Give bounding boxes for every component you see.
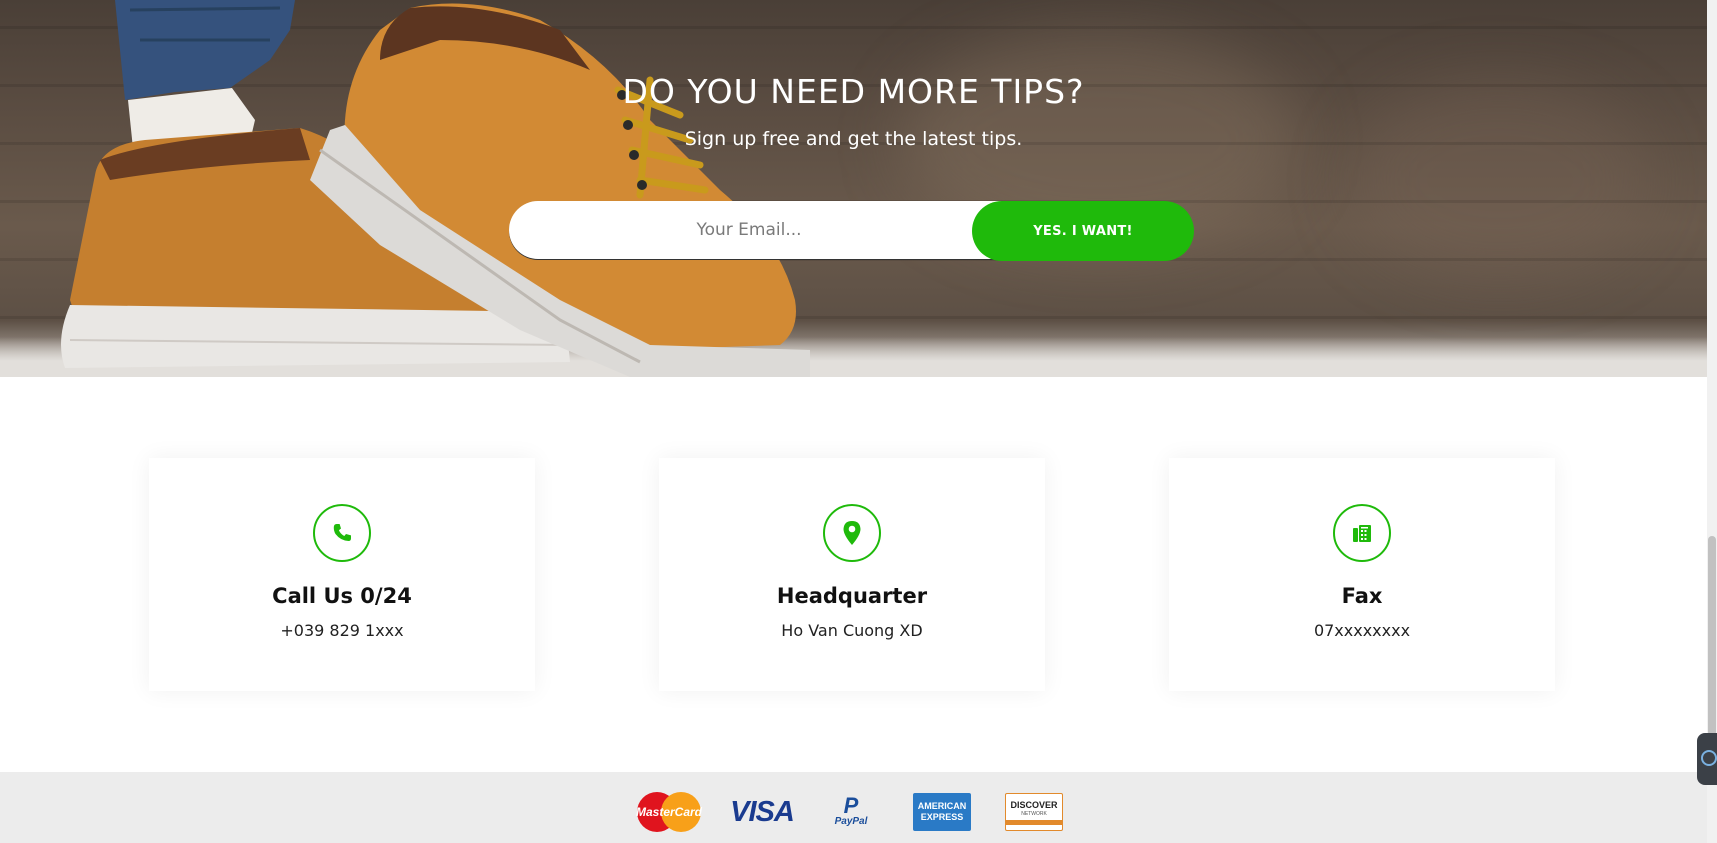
paypal-text: PayPal bbox=[834, 816, 868, 827]
contact-value: Ho Van Cuong XD bbox=[781, 621, 923, 640]
phone-icon bbox=[313, 504, 371, 562]
side-widget-button[interactable] bbox=[1697, 733, 1717, 785]
mastercard-logo: MasterCard bbox=[634, 792, 704, 832]
paypal-p-icon: P bbox=[843, 793, 859, 818]
discover-subtext: NETWORK bbox=[1021, 810, 1047, 817]
contact-title: Headquarter bbox=[776, 584, 928, 608]
discover-text: DISCOVER bbox=[1010, 799, 1058, 810]
contact-card-headquarter: Headquarter Ho Van Cuong XD bbox=[659, 458, 1045, 691]
contact-title: Call Us 0/24 bbox=[272, 584, 412, 608]
contact-value: +039 829 1xxx bbox=[280, 621, 404, 640]
widget-icon bbox=[1701, 750, 1717, 766]
map-pin-icon bbox=[823, 504, 881, 562]
amex-text: EXPRESS bbox=[920, 812, 964, 822]
fax-icon bbox=[1333, 504, 1391, 562]
discover-logo: DISCOVER NETWORK bbox=[1005, 793, 1063, 831]
amex-text: AMERICAN bbox=[917, 801, 967, 811]
contact-card-fax: Fax 07xxxxxxxx bbox=[1169, 458, 1555, 691]
newsletter-title: DO YOU NEED MORE TIPS? bbox=[622, 72, 1085, 111]
sneaker-photo bbox=[61, 0, 810, 377]
paypal-logo: P PayPal bbox=[830, 793, 872, 831]
amex-logo: AMERICAN EXPRESS bbox=[913, 793, 971, 831]
contact-value: 07xxxxxxxx bbox=[1313, 621, 1411, 640]
newsletter-hero: DO YOU NEED MORE TIPS? Sign up free and … bbox=[0, 0, 1707, 377]
newsletter-subtitle: Sign up free and get the latest tips. bbox=[684, 128, 1023, 150]
email-input[interactable] bbox=[509, 201, 1029, 259]
contact-title: Fax bbox=[1341, 584, 1383, 608]
discover-stripe bbox=[1006, 819, 1062, 825]
contact-card-phone: Call Us 0/24 +039 829 1xxx bbox=[149, 458, 535, 691]
subscribe-button[interactable]: YES. I WANT! bbox=[972, 201, 1194, 261]
scrollbar-thumb[interactable] bbox=[1708, 536, 1716, 736]
svg-text:MasterCard: MasterCard bbox=[636, 805, 703, 819]
visa-logo: VISA bbox=[726, 793, 798, 831]
visa-text: VISA bbox=[730, 795, 795, 828]
